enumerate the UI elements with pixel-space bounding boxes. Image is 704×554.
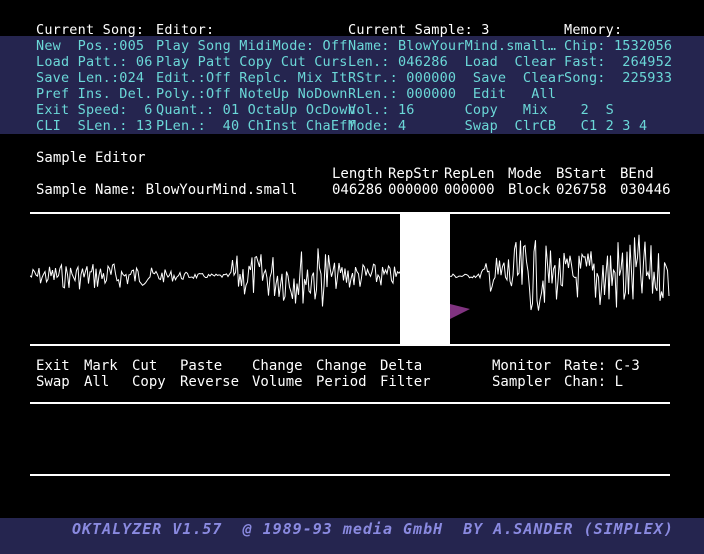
command-bottom-0[interactable]: Swap (36, 374, 70, 390)
header-col2-row-4[interactable]: Poly.:Off NoteUp NoDown (156, 86, 348, 102)
column-value-3: Block (508, 182, 551, 198)
header-col3-row-2[interactable]: Len.: 046286 Load Clear (348, 54, 556, 70)
header-col2-row-6[interactable]: PLen.: 40 ChInst ChaEff (156, 118, 356, 134)
command-top-6[interactable]: Delta (380, 358, 422, 374)
header-col1-row-2[interactable]: Load Patt.: 06 (36, 54, 153, 70)
column-header-1: RepStr (388, 166, 439, 182)
header-col3-row-5[interactable]: Vol.: 16 Copy Mix (348, 102, 548, 118)
column-header-5: BEnd (620, 166, 654, 182)
command-top-8[interactable]: Rate: C-3 (564, 358, 640, 374)
column-header-0: Length (332, 166, 383, 182)
waveform-view[interactable] (30, 214, 670, 344)
header-col2-row-0: Editor: (156, 22, 215, 38)
command-top-3[interactable]: Paste (180, 358, 222, 374)
command-bottom-2[interactable]: Copy (132, 374, 166, 390)
footer-bar: OKTALYZER V1.57 @ 1989-93 media GmbH BY … (0, 518, 704, 554)
column-value-1: 000000 (388, 182, 439, 198)
header-col4-row-6[interactable]: C1 2 3 4 (564, 118, 647, 134)
command-bottom-1[interactable]: All (84, 374, 109, 390)
command-bottom-8[interactable]: Chan: L (564, 374, 623, 390)
column-header-2: RepLen (444, 166, 495, 182)
status-bottom-divider (30, 474, 670, 476)
header-col3-row-1[interactable]: Name: BlowYourMind.small… (348, 38, 556, 54)
footer-credits: OKTALYZER V1.57 @ 1989-93 media GmbH BY … (72, 520, 674, 538)
command-top-4[interactable]: Change (252, 358, 303, 374)
header-col1-row-4[interactable]: Pref Ins. Del. (36, 86, 153, 102)
column-value-4: 026758 (556, 182, 607, 198)
command-bottom-5[interactable]: Period (316, 374, 367, 390)
header-col1-row-0: Current Song: (36, 22, 145, 38)
sample-editor-title: Sample Editor (36, 150, 146, 166)
header-col3-row-4[interactable]: RLen.: 000000 Edit All (348, 86, 556, 102)
header-col1-row-5[interactable]: Exit Speed: 6 (36, 102, 153, 118)
command-bottom-6[interactable]: Filter (380, 374, 431, 390)
column-header-4: BStart (556, 166, 607, 182)
command-bottom-4[interactable]: Volume (252, 374, 303, 390)
column-value-5: 030446 (620, 182, 671, 198)
command-bottom-3[interactable]: Reverse (180, 374, 239, 390)
header-col3-row-6[interactable]: Mode: 4 Swap ClrCB (348, 118, 556, 134)
command-top-2[interactable]: Cut (132, 358, 157, 374)
column-header-3: Mode (508, 166, 542, 182)
command-bottom-7[interactable]: Sampler (492, 374, 551, 390)
header-col3-row-3[interactable]: RStr.: 000000 Save Clear (348, 70, 565, 86)
header-col4-row-2[interactable]: Fast: 264952 (564, 54, 672, 70)
header-col1-row-3[interactable]: Save Len.:024 (36, 70, 144, 86)
command-top-7[interactable]: Monitor (492, 358, 551, 374)
header-col2-row-2[interactable]: Play Patt Copy Cut Curs (156, 54, 348, 70)
command-bottom-divider (30, 402, 670, 404)
header-col4-row-0: Memory: (564, 22, 623, 38)
header-col4-row-5[interactable]: 2 S (564, 102, 614, 118)
sample-name-label: Sample Name: BlowYourMind.small (36, 182, 298, 198)
column-value-2: 000000 (444, 182, 495, 198)
waveform-line (30, 234, 670, 311)
header-col4-row-1[interactable]: Chip: 1532056 (564, 38, 672, 54)
mouse-pointer-icon (450, 304, 470, 319)
header-col2-row-3[interactable]: Edit.:Off Replc. Mix It (156, 70, 348, 86)
command-top-1[interactable]: Mark (84, 358, 118, 374)
wave-bottom-divider (30, 344, 670, 346)
header-col2-row-1[interactable]: Play Song MidiMode: Off (156, 38, 348, 54)
header-col4-row-3[interactable]: Song: 225933 (564, 70, 672, 86)
header-col1-row-1[interactable]: New Pos.:005 (36, 38, 144, 54)
header-col3-row-0: Current Sample: 3 (348, 22, 490, 38)
command-top-0[interactable]: Exit (36, 358, 70, 374)
command-top-5[interactable]: Change (316, 358, 367, 374)
column-value-0: 046286 (332, 182, 383, 198)
header-col1-row-6[interactable]: CLI SLen.: 13 (36, 118, 153, 134)
header-col2-row-5[interactable]: Quant.: 01 OctaUp OcDown (156, 102, 356, 118)
